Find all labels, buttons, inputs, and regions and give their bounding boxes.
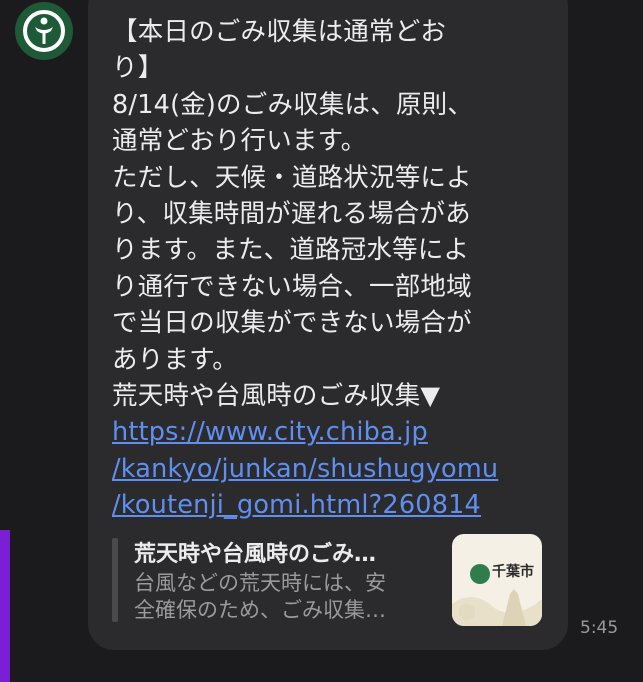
message-line: あります。	[112, 344, 238, 375]
message-line: ります。また、道路冠水等によ	[112, 235, 470, 266]
message-line: 通常どおり行います。	[112, 126, 367, 157]
chiba-city-logo-icon	[470, 564, 490, 584]
chat-screen: 【本日のごみ収集は通常どお り】 8/14(金)のごみ収集は、原則、 通常どおり…	[0, 0, 643, 682]
preview-thumbnail[interactable]: 千葉市	[452, 534, 542, 626]
chiba-city-emblem-icon	[23, 10, 65, 52]
message-line: り、収集時間が遅れる場合があ	[112, 199, 471, 230]
message-line: 8/14(金)のごみ収集は、原則、	[112, 89, 474, 120]
preview-desc-line: 全確保のため、ごみ収集…	[134, 598, 386, 622]
message-line: 荒天時や台風時のごみ収集▼	[112, 381, 441, 412]
message-body: 【本日のごみ収集は通常どお り】 8/14(金)のごみ収集は、原則、 通常どおり…	[112, 14, 562, 524]
message-line: で当日の収集ができない場合が	[112, 308, 472, 339]
scroll-indicator	[0, 530, 10, 682]
link-preview-card[interactable]: 荒天時や台風時のごみ… 台風などの荒天時には、安 全確保のため、ごみ収集… 千葉…	[112, 534, 552, 626]
preview-accent-bar	[112, 538, 118, 622]
message-link-line: /kankyo/junkan/shushugyomu	[112, 453, 499, 484]
thumbnail-label: 千葉市	[492, 564, 534, 580]
preview-title: 荒天時や台風時のごみ…	[134, 542, 377, 567]
message-line: り通行できない場合、一部地域	[112, 271, 472, 302]
message-line: ただし、天候・道路状況等によ	[112, 162, 472, 193]
message-link[interactable]: https://www.city.chiba.jp /kankyo/junkan…	[112, 414, 562, 523]
message-link-line: /koutenji_gomi.html?260814	[112, 490, 481, 521]
sender-avatar[interactable]	[15, 2, 73, 60]
preview-desc-line: 台風などの荒天時には、安	[134, 571, 386, 595]
message-timestamp: 5:45	[580, 618, 619, 638]
message-link-line: https://www.city.chiba.jp	[112, 417, 428, 448]
message-line: 【本日のごみ収集は通常どお	[112, 17, 447, 47]
message-line: り】	[112, 53, 164, 84]
preview-description: 台風などの荒天時には、安 全確保のため、ごみ収集…	[134, 570, 434, 624]
